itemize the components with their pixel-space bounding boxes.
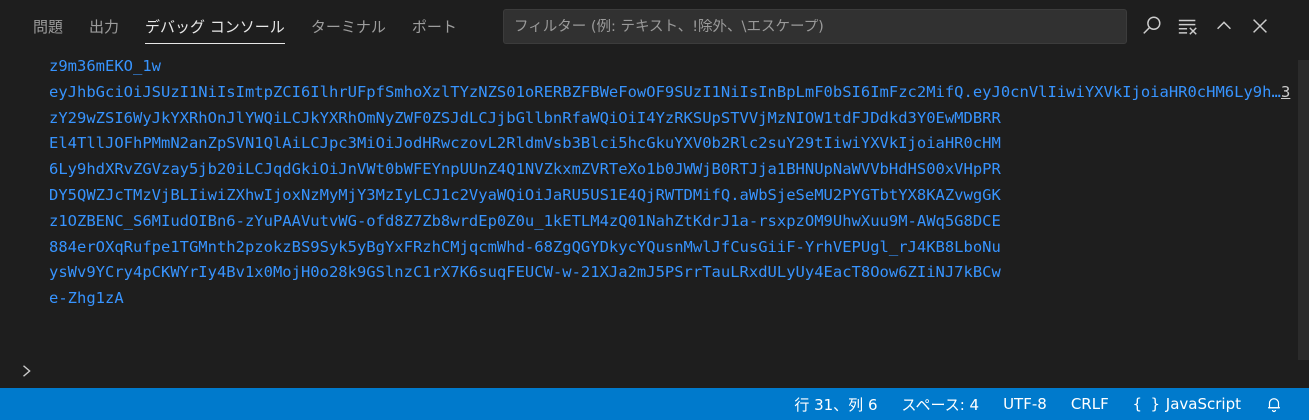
close-icon bbox=[1253, 19, 1267, 33]
language-mode[interactable]: { } JavaScript bbox=[1121, 395, 1253, 413]
search-icon bbox=[1143, 16, 1161, 34]
panel-actions bbox=[1136, 10, 1276, 42]
indentation-label: スペース: 4 bbox=[901, 395, 980, 414]
vertical-scrollbar[interactable] bbox=[1298, 60, 1309, 360]
encoding-label: UTF-8 bbox=[1003, 395, 1047, 413]
tab-output[interactable]: 出力 bbox=[76, 0, 132, 52]
console-line: zY29wZSI6WyJkYXRhOnJlYWQiLCJkYXRhOmNyZWF… bbox=[49, 108, 1001, 127]
indentation[interactable]: スペース: 4 bbox=[890, 394, 992, 415]
status-bar: 行 31、列 6 スペース: 4 UTF-8 CRLF { } JavaScri… bbox=[0, 388, 1309, 420]
end-of-line-label: CRLF bbox=[1070, 395, 1109, 413]
braces-icon: { } bbox=[1132, 395, 1160, 413]
language-label: JavaScript bbox=[1165, 395, 1241, 413]
console-line: z9m36mEKO_1w bbox=[49, 57, 161, 75]
repeat-count-badge[interactable]: 3 bbox=[1281, 80, 1290, 106]
clear-console-icon bbox=[1178, 19, 1197, 35]
search-button[interactable] bbox=[1136, 10, 1168, 42]
chevron-up-icon bbox=[1217, 21, 1231, 30]
panel-tabs: 問題 出力 デバッグ コンソール ターミナル ポート bbox=[0, 0, 470, 52]
console-line: ysWv9YCry4pCKWYrIy4Bv1x0MojH0o28k9GSlnzC… bbox=[49, 263, 1001, 282]
console-line-text: eyJhbGciOiJSUzI1NiIsImtpZCI6IlhrUFpfSmho… bbox=[49, 82, 1281, 101]
console-line: e-Zhg1zA bbox=[49, 289, 124, 308]
filter-box[interactable] bbox=[503, 9, 1127, 44]
end-of-line[interactable]: CRLF bbox=[1059, 395, 1121, 413]
close-panel-button[interactable] bbox=[1244, 10, 1276, 42]
chevron-right-icon bbox=[23, 365, 31, 377]
console-line: El4TllJOFhPMmN2anZpSVN1QlAiLCJpc3MiOiJod… bbox=[49, 134, 1001, 153]
encoding[interactable]: UTF-8 bbox=[991, 395, 1059, 413]
maximize-panel-button[interactable] bbox=[1208, 10, 1240, 42]
tab-terminal[interactable]: ターミナル bbox=[298, 0, 399, 52]
console-line: 884erOXqRufpe1TGMnth2pzokzBS9Syk5yBgYxFR… bbox=[49, 237, 1001, 256]
console-input-prompt[interactable] bbox=[0, 357, 1309, 385]
bell-icon bbox=[1268, 398, 1280, 413]
tab-ports[interactable]: ポート bbox=[399, 0, 470, 52]
filter-input[interactable] bbox=[514, 18, 1116, 35]
cursor-position[interactable]: 行 31、列 6 bbox=[782, 394, 889, 415]
notifications-button[interactable] bbox=[1253, 395, 1295, 413]
cursor-position-label: 行 31、列 6 bbox=[794, 395, 878, 414]
console-line: 6Ly9hdXRvZGVzay5jb20iLCJqdGkiOiJnVWt0bWF… bbox=[49, 160, 1001, 179]
debug-console-output[interactable]: z9m36mEKO_1w eyJhbGciOiJSUzI1NiIsImtpZCI… bbox=[0, 52, 1309, 354]
console-line: DY5QWZJcTMzVjBLIiwiZXhwIjoxNzMyMjY3MzIyL… bbox=[49, 185, 1001, 204]
clear-console-button[interactable] bbox=[1172, 10, 1204, 42]
console-line: eyJhbGciOiJSUzI1NiIsImtpZCI6IlhrUFpfSmho… bbox=[49, 80, 1299, 106]
console-line: z1OZBENC_S6MIudOIBn6-zYuPAAVutvWG-ofd8Z7… bbox=[49, 211, 1001, 230]
panel-header: 問題 出力 デバッグ コンソール ターミナル ポート bbox=[0, 0, 1309, 52]
tab-debug-console[interactable]: デバッグ コンソール bbox=[132, 0, 298, 52]
tab-problems[interactable]: 問題 bbox=[20, 0, 76, 52]
